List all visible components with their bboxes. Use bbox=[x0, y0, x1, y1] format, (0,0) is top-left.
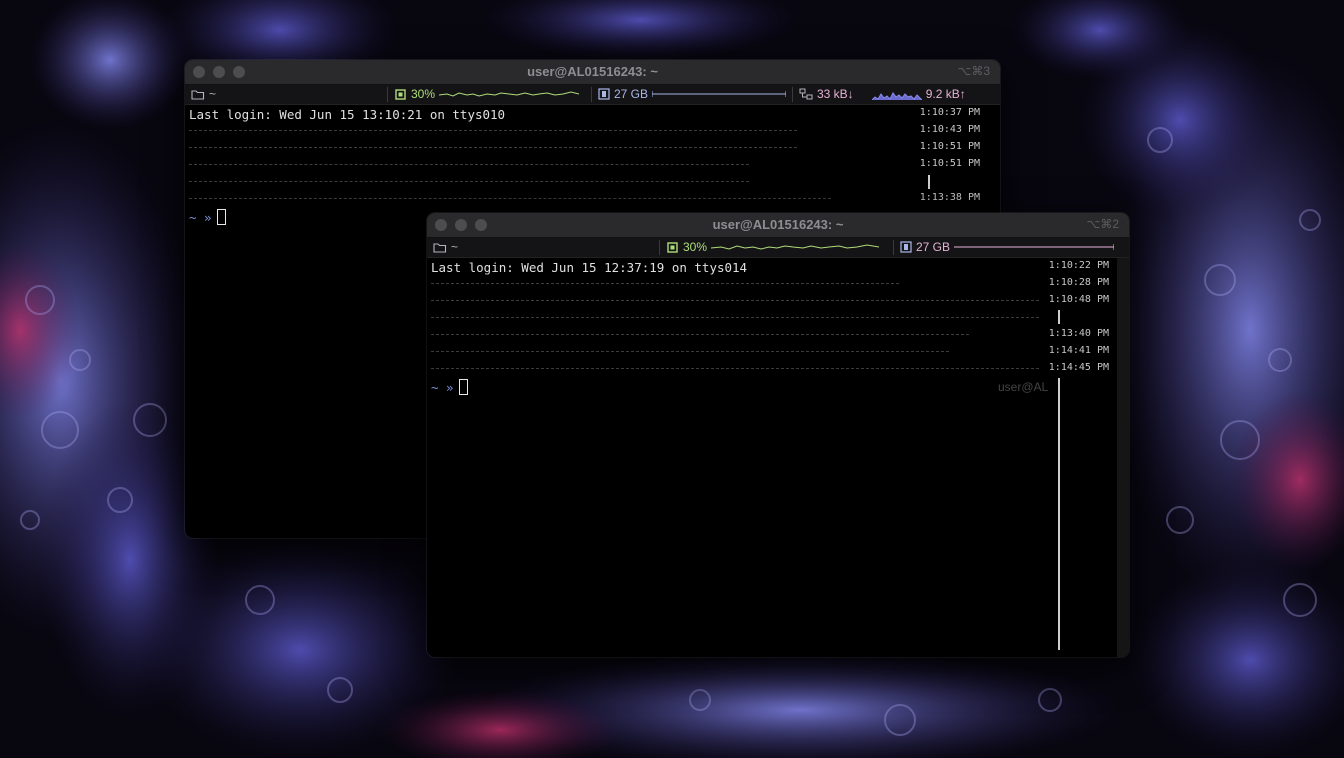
timestamp: 1:14:45 PM bbox=[1048, 362, 1109, 373]
cpu-chip-icon bbox=[395, 88, 406, 100]
folder-icon bbox=[191, 89, 205, 100]
separator-line bbox=[431, 334, 969, 335]
window-shortcut: ⌥⌘2 bbox=[1086, 217, 1119, 231]
separator-line bbox=[431, 317, 1039, 318]
cpu-value: 30% bbox=[683, 240, 708, 254]
network-down-value: 33 kB↓ bbox=[817, 87, 854, 101]
window-title: user@AL01516243: ~ bbox=[712, 217, 844, 232]
timestamp: 1:14:41 PM bbox=[1048, 345, 1109, 356]
separator-line bbox=[431, 368, 1039, 369]
title-bar[interactable]: user@AL01516243: ~ ⌥⌘2 bbox=[427, 213, 1129, 238]
terminal-output[interactable]: Last login: Wed Jun 15 12:37:19 on ttys0… bbox=[427, 258, 1129, 657]
status-cpu[interactable]: 30% bbox=[394, 87, 580, 101]
status-bar: ~ 30% 27 GB bbox=[185, 85, 1000, 105]
timestamp: 1:10:28 PM bbox=[1048, 277, 1109, 288]
timestamp: 1:10:22 PM bbox=[1048, 260, 1109, 271]
cursor-marker bbox=[928, 175, 930, 189]
timestamp: 1:10:51 PM bbox=[919, 141, 980, 152]
timestamp-column: 1:10:22 PM 1:10:28 PM 1:10:48 PM 1:13:40… bbox=[1029, 258, 1109, 378]
separator-line bbox=[431, 300, 1039, 301]
folder-icon bbox=[433, 242, 447, 253]
memory-icon bbox=[900, 241, 912, 253]
prompt-symbol: ~ » bbox=[189, 210, 212, 225]
terminal-window-front[interactable]: user@AL01516243: ~ ⌥⌘2 ~ 30% 27 GB Last … bbox=[427, 213, 1129, 657]
timestamp: 1:10:37 PM bbox=[919, 107, 980, 118]
window-title: user@AL01516243: ~ bbox=[527, 64, 658, 79]
separator-line bbox=[189, 147, 797, 148]
separator-line bbox=[431, 351, 949, 352]
window-shortcut: ⌥⌘3 bbox=[957, 64, 990, 78]
cpu-sparkline bbox=[439, 91, 580, 97]
timestamp-column: 1:10:37 PM 1:10:43 PM 1:10:51 PM 1:10:51… bbox=[900, 105, 980, 215]
timestamp: 1:10:51 PM bbox=[919, 158, 980, 169]
separator-line bbox=[431, 283, 899, 284]
text-cursor bbox=[458, 379, 468, 395]
status-folder[interactable]: ~ bbox=[433, 240, 458, 254]
memory-icon bbox=[598, 88, 610, 100]
status-bar: ~ 30% 27 GB bbox=[427, 238, 1129, 258]
separator-line bbox=[189, 198, 831, 199]
last-login-text: Last login: Wed Jun 15 13:10:21 on ttys0… bbox=[189, 107, 506, 122]
memory-value: 27 GB bbox=[614, 87, 649, 101]
cpu-sparkline bbox=[711, 244, 880, 250]
memory-bar bbox=[954, 244, 1115, 250]
status-cpu[interactable]: 30% bbox=[666, 240, 880, 254]
memory-value: 27 GB bbox=[916, 240, 951, 254]
prompt-symbol: ~ » bbox=[431, 380, 454, 395]
timestamp: 1:13:38 PM bbox=[919, 192, 980, 203]
last-login-text: Last login: Wed Jun 15 12:37:19 on ttys0… bbox=[431, 260, 748, 275]
split-divider[interactable] bbox=[1058, 378, 1060, 650]
shell-prompt[interactable]: ~ » bbox=[431, 379, 468, 395]
autosuggest-hint: user@AL bbox=[998, 380, 1049, 394]
timestamp: 1:10:48 PM bbox=[1048, 294, 1109, 305]
separator-line bbox=[189, 181, 749, 182]
network-sparkline bbox=[871, 92, 922, 100]
status-memory[interactable]: 27 GB bbox=[900, 240, 1115, 254]
memory-bar bbox=[652, 91, 787, 97]
cursor-marker bbox=[1058, 310, 1060, 324]
status-folder[interactable]: ~ bbox=[191, 87, 216, 101]
folder-label: ~ bbox=[451, 240, 459, 254]
timestamp: 1:13:40 PM bbox=[1048, 328, 1109, 339]
cpu-chip-icon bbox=[667, 241, 678, 253]
shell-prompt[interactable]: ~ » bbox=[189, 209, 226, 225]
separator-line bbox=[189, 130, 797, 131]
network-icon bbox=[799, 88, 813, 100]
folder-label: ~ bbox=[209, 87, 217, 101]
separator-line bbox=[189, 164, 749, 165]
scrollbar[interactable] bbox=[1117, 258, 1129, 657]
network-up-value: 9.2 kB↑ bbox=[925, 87, 966, 101]
status-network[interactable]: 33 kB↓ 9.2 kB↑ bbox=[799, 87, 966, 101]
cpu-value: 30% bbox=[411, 87, 436, 101]
title-bar[interactable]: user@AL01516243: ~ ⌥⌘3 bbox=[185, 60, 1000, 85]
timestamp: 1:10:43 PM bbox=[919, 124, 980, 135]
status-memory[interactable]: 27 GB bbox=[598, 87, 787, 101]
text-cursor bbox=[216, 209, 226, 225]
